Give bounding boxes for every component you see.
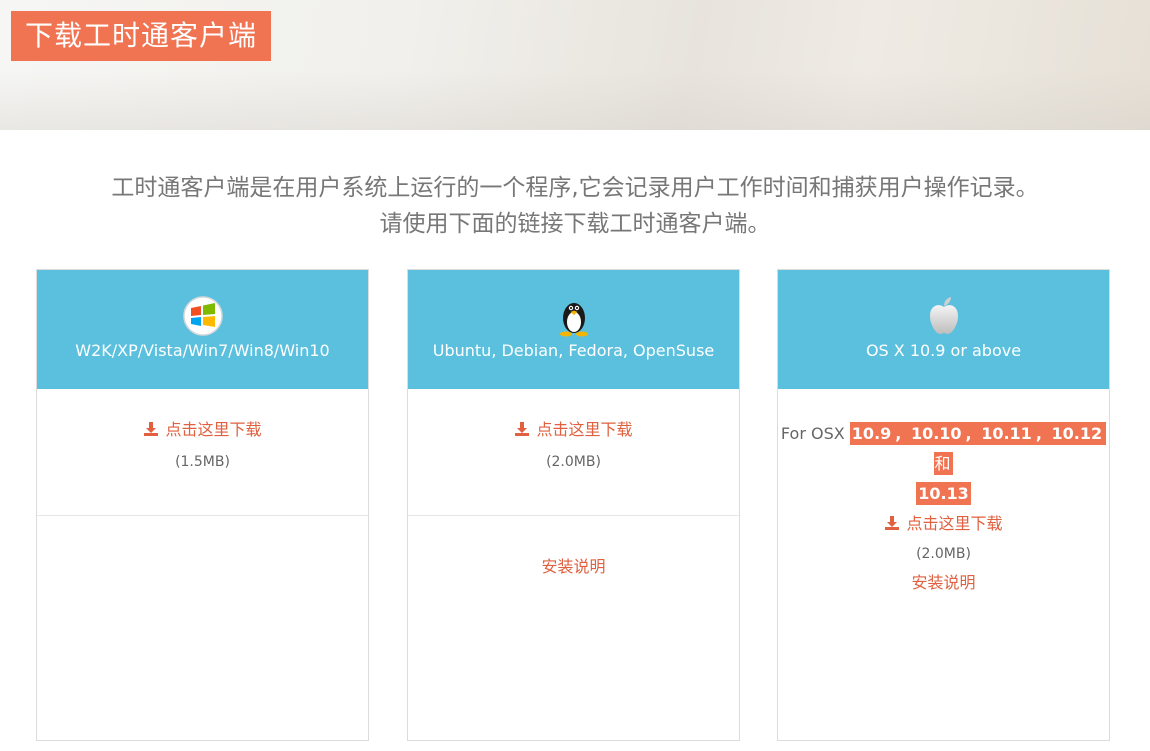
version-separator: , [1033, 422, 1050, 445]
download-icon [144, 422, 159, 436]
apple-logo-icon [929, 297, 958, 334]
download-icon [885, 516, 900, 530]
download-label: 点击这里下载 [906, 514, 1003, 533]
version-badge: 10.12 [1049, 422, 1105, 445]
version-separator: , [893, 422, 909, 445]
install-guide-link-linux[interactable]: 安装说明 [408, 556, 739, 578]
version-badge: 10.13 [916, 482, 971, 505]
os-label-mac: OS X 10.9 or above [865, 341, 1022, 360]
file-size-mac: (2.0MB) [916, 546, 971, 562]
download-icon [515, 422, 530, 436]
supported-versions: For OSX 10.9, 10.10, 10.11, 10.12 和 [778, 419, 1109, 479]
download-section-linux: 点击这里下载 (2.0MB) [408, 389, 739, 516]
version-badge: 10.11 [979, 422, 1034, 445]
windows-logo-icon [182, 296, 223, 336]
supported-versions-line-2: 10.13 [778, 479, 1109, 509]
card-mac: OS X 10.9 or above For OSX 10.9, 10.10, … [777, 269, 1110, 741]
page-title: 下载工时通客户端 [11, 11, 272, 61]
intro-line-2: 请使用下面的链接下载工时通客户端。 [379, 211, 771, 237]
download-label: 点击这里下载 [536, 420, 633, 439]
version-separator: , [963, 422, 980, 445]
card-windows: W2K/XP/Vista/Win7/Win8/Win10 点击这里下载 (1.5… [36, 269, 369, 741]
card-linux: Ubuntu, Debian, Fedora, OpenSuse 点击这里下载 … [407, 269, 740, 741]
download-label: 点击这里下载 [165, 420, 262, 439]
card-header-mac: OS X 10.9 or above [778, 270, 1109, 389]
install-guide-link-mac[interactable]: 安装说明 [778, 569, 1109, 597]
card-header-linux: Ubuntu, Debian, Fedora, OpenSuse [408, 270, 739, 389]
intro-line-1: 工时通客户端是在用户系统上运行的一个程序,它会记录用户工作时间和捕获用户操作记录… [111, 175, 1039, 201]
card-header-windows: W2K/XP/Vista/Win7/Win8/Win10 [37, 270, 368, 389]
version-badge: 10.9 [849, 422, 894, 445]
download-section-windows: 点击这里下载 (1.5MB) [37, 389, 368, 516]
for-osx-text: For OSX [780, 424, 850, 443]
download-section-mac: For OSX 10.9, 10.10, 10.11, 10.12 和 10.1… [778, 389, 1109, 597]
os-label-linux: Ubuntu, Debian, Fedora, OpenSuse [432, 341, 715, 360]
version-badge: 10.10 [908, 422, 964, 445]
download-link-mac[interactable]: 点击这里下载 [778, 509, 1109, 539]
os-label-windows: W2K/XP/Vista/Win7/Win8/Win10 [75, 341, 330, 360]
file-size-windows: (1.5MB) [175, 454, 230, 470]
download-link-windows[interactable]: 点击这里下载 [37, 419, 368, 441]
file-size-linux: (2.0MB) [546, 454, 601, 470]
download-link-linux[interactable]: 点击这里下载 [408, 419, 739, 441]
install-section-linux: 安装说明 [408, 516, 739, 578]
linux-tux-icon [559, 303, 588, 337]
intro-text: 工时通客户端是在用户系统上运行的一个程序,它会记录用户工作时间和捕获用户操作记录… [0, 170, 1150, 242]
